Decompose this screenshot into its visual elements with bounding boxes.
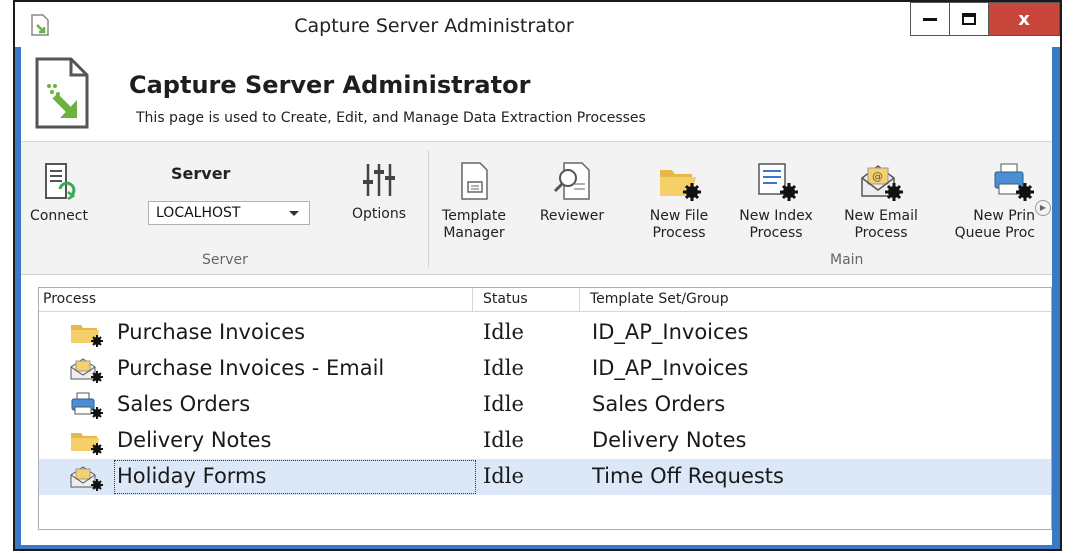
new-email-process-button[interactable]: @ New Email Process: [839, 160, 923, 242]
connect-button[interactable]: Connect: [29, 162, 89, 225]
new-email-process-line2: Process: [854, 225, 908, 241]
minimize-button[interactable]: [910, 2, 950, 36]
process-name: Purchase Invoices - Email: [117, 356, 385, 380]
connect-label: Connect: [30, 208, 88, 224]
reviewer-icon: [553, 162, 590, 200]
title-bar[interactable]: Capture Server Administrator x: [15, 2, 1060, 47]
index-gear-icon: [758, 163, 798, 201]
server-connect-icon: [45, 163, 76, 201]
close-icon: x: [1018, 8, 1030, 30]
reviewer-button[interactable]: Reviewer: [531, 160, 613, 225]
window-title: Capture Server Administrator: [294, 15, 574, 37]
new-print-queue-process-button[interactable]: New Prin Queue Proc: [939, 160, 1035, 242]
template-manager-line2: Manager: [443, 225, 505, 241]
column-header-template[interactable]: Template Set/Group: [580, 288, 1051, 312]
process-template: Sales Orders: [592, 392, 726, 416]
table-row-selected[interactable]: Holiday Forms Idle Time Off Requests: [39, 459, 1051, 495]
column-header-status[interactable]: Status: [473, 288, 580, 312]
process-status: Idle: [483, 428, 524, 452]
printer-gear-icon: [994, 163, 1034, 201]
printer-gear-icon: [71, 392, 103, 419]
process-name: Delivery Notes: [117, 428, 272, 452]
page-title: Capture Server Administrator: [129, 71, 531, 99]
sliders-icon: [363, 164, 395, 196]
client-area: Capture Server Administrator This page i…: [21, 47, 1052, 545]
process-name: Holiday Forms: [117, 464, 267, 488]
maximize-icon: [962, 13, 976, 25]
process-grid[interactable]: Process Status Template Set/Group Purcha…: [38, 287, 1052, 530]
email-gear-icon: [70, 466, 103, 491]
process-status: Idle: [483, 320, 524, 344]
ribbon: Connect Server LOCALHOST Options Server …: [21, 142, 1052, 275]
process-status: Idle: [483, 356, 524, 380]
options-button[interactable]: Options: [343, 160, 415, 223]
table-row[interactable]: Delivery Notes Idle Delivery Notes: [39, 423, 1051, 459]
main-group-label: Main: [830, 252, 864, 268]
group-divider: [428, 150, 429, 268]
new-index-process-line1: New Index: [739, 208, 813, 224]
template-manager-line1: Template: [442, 208, 506, 224]
process-template: Delivery Notes: [592, 428, 747, 452]
page-subtitle: This page is used to Create, Edit, and M…: [136, 110, 646, 126]
minimize-icon: [923, 18, 937, 21]
process-name: Purchase Invoices: [117, 320, 306, 344]
main-window: Capture Server Administrator x Capture S…: [13, 0, 1062, 551]
folder-gear-icon: [71, 325, 103, 347]
table-row[interactable]: Purchase Invoices - Email Idle ID_AP_Inv…: [39, 351, 1051, 387]
email-gear-icon: [70, 358, 103, 383]
server-value: LOCALHOST: [156, 205, 241, 221]
page-header: Capture Server Administrator This page i…: [21, 47, 1052, 142]
template-icon: [461, 162, 488, 200]
folder-gear-icon: [71, 433, 103, 455]
options-label: Options: [351, 206, 407, 222]
close-button[interactable]: x: [988, 2, 1060, 36]
server-group-label: Server: [202, 252, 248, 268]
new-print-queue-line1: New Prin: [973, 208, 1035, 224]
process-status: Idle: [483, 464, 524, 488]
capture-logo-icon: [35, 57, 89, 129]
chevron-right-icon: ▶: [1039, 203, 1047, 212]
maximize-button[interactable]: [949, 2, 989, 36]
new-email-process-line1: New Email: [844, 208, 918, 224]
process-status: Idle: [483, 392, 524, 416]
svg-text:@: @: [872, 170, 883, 183]
ribbon-scroll-right-button[interactable]: ▶: [1035, 200, 1051, 216]
process-template: ID_AP_Invoices: [592, 356, 749, 380]
server-select[interactable]: LOCALHOST: [148, 201, 310, 225]
table-row[interactable]: Purchase Invoices Idle ID_AP_Invoices: [39, 315, 1051, 351]
new-print-queue-line2: Queue Proc: [954, 225, 1035, 241]
process-name: Sales Orders: [117, 392, 251, 416]
new-index-process-button[interactable]: New Index Process: [735, 160, 817, 242]
new-file-process-button[interactable]: New File Process: [639, 160, 719, 242]
chevron-down-icon: [289, 211, 299, 216]
process-template: ID_AP_Invoices: [592, 320, 749, 344]
reviewer-label: Reviewer: [539, 208, 605, 224]
new-file-process-line1: New File: [649, 208, 709, 224]
process-template: Time Off Requests: [592, 464, 784, 488]
folder-gear-icon: [660, 170, 701, 201]
new-index-process-line2: Process: [749, 225, 803, 241]
template-manager-button[interactable]: Template Manager: [434, 160, 514, 242]
new-file-process-line2: Process: [652, 225, 706, 241]
email-gear-icon: @: [861, 165, 903, 201]
column-header-process[interactable]: Process: [39, 288, 473, 312]
server-label: Server: [171, 164, 231, 183]
table-row[interactable]: Sales Orders Idle Sales Orders: [39, 387, 1051, 423]
